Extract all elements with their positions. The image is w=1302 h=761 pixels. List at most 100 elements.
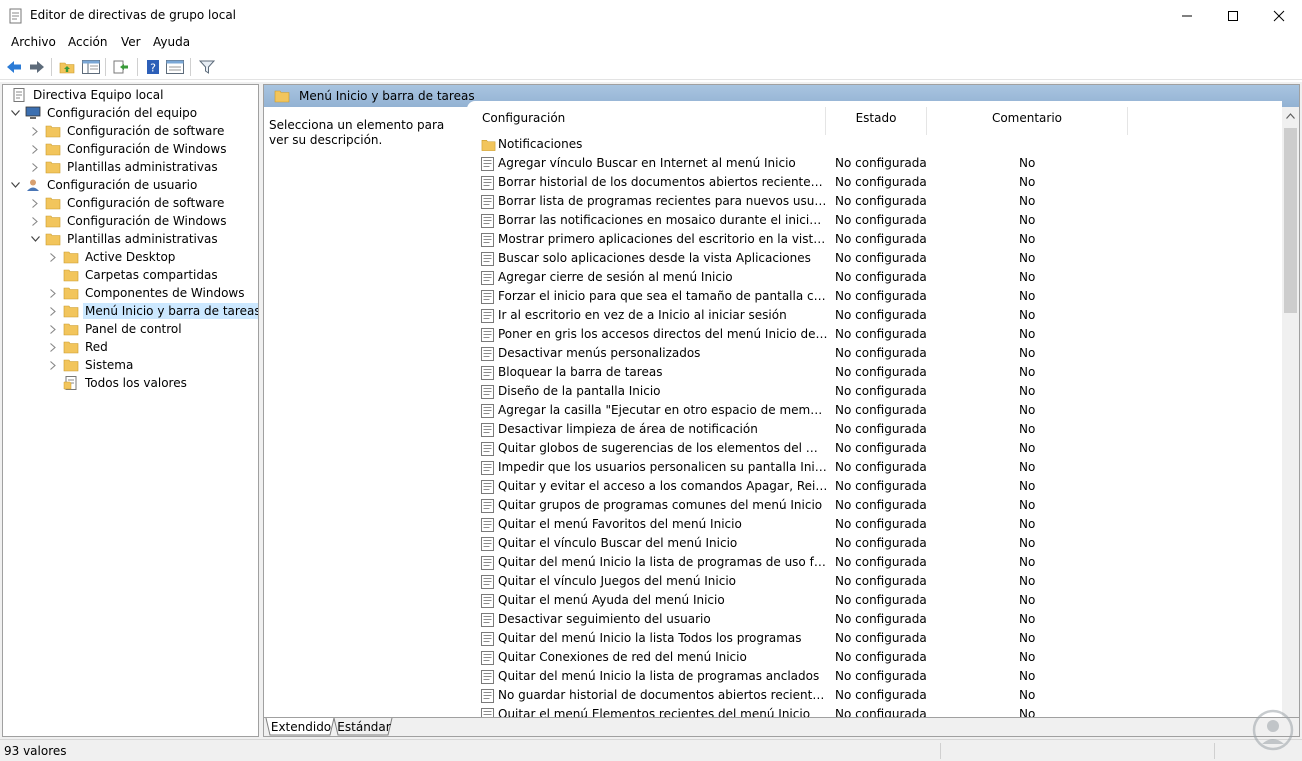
up-folder-button[interactable] — [57, 57, 77, 77]
tree-item[interactable]: Carpetas compartidas — [47, 266, 220, 284]
tree-expander[interactable] — [47, 359, 59, 371]
export-list-button[interactable] — [111, 57, 131, 77]
table-row[interactable]: Agregar vínculo Buscar en Internet al me… — [467, 154, 1282, 173]
tree-item[interactable]: Plantillas administrativas — [29, 158, 220, 176]
chevron-right-icon[interactable] — [50, 306, 56, 316]
chevron-right-icon[interactable] — [50, 324, 56, 334]
table-row[interactable]: Quitar y evitar el acceso a los comandos… — [467, 477, 1282, 496]
table-row[interactable]: Quitar Conexiones de red del menú Inicio… — [467, 648, 1282, 667]
table-row[interactable]: Desactivar seguimiento del usuario No con… — [467, 610, 1282, 629]
tree-expander[interactable] — [47, 287, 59, 299]
table-row[interactable]: Agregar la casilla "Ejecutar en otro esp… — [467, 401, 1282, 420]
tree-item[interactable]: Componentes de Windows — [47, 284, 247, 302]
close-button[interactable] — [1256, 0, 1302, 31]
vertical-scrollbar[interactable] — [1282, 107, 1299, 717]
tree-expander[interactable] — [29, 161, 41, 173]
tree-item[interactable]: Plantillas administrativas — [29, 230, 220, 248]
table-row[interactable]: Quitar el menú Ayuda del menú Inicio No c… — [467, 591, 1282, 610]
tree-expander[interactable] — [47, 305, 59, 317]
table-row[interactable]: Borrar lista de programas recientes para… — [467, 192, 1282, 211]
maximize-button[interactable] — [1210, 0, 1256, 31]
chevron-right-icon[interactable] — [50, 360, 56, 370]
tree-item[interactable]: Configuración del equipo — [9, 104, 199, 122]
scroll-up-icon[interactable] — [1286, 113, 1295, 119]
menu-archivo[interactable]: Archivo — [11, 35, 56, 49]
table-row[interactable]: Forzar el inicio para que sea el tamaño … — [467, 287, 1282, 306]
table-row[interactable]: Poner en gris los accesos directos del m… — [467, 325, 1282, 344]
table-row[interactable]: Quitar del menú Inicio la lista de progr… — [467, 553, 1282, 572]
column-header-comment[interactable]: Comentario — [927, 101, 1127, 135]
tab-extendido[interactable]: Extendido — [271, 718, 331, 736]
chevron-right-icon[interactable] — [32, 198, 38, 208]
tree-expander[interactable] — [9, 179, 21, 191]
tree-expander[interactable] — [29, 233, 41, 245]
tree-expander[interactable] — [47, 323, 59, 335]
table-row[interactable]: Bloquear la barra de tareas No configurad… — [467, 363, 1282, 382]
table-row[interactable]: Buscar solo aplicaciones desde la vista … — [467, 249, 1282, 268]
table-row[interactable]: Agregar cierre de sesión al menú Inicio N… — [467, 268, 1282, 287]
scrollbar-thumb[interactable] — [1284, 128, 1297, 313]
tree-expander[interactable] — [47, 341, 59, 353]
tree-item[interactable]: Todos los valores — [47, 374, 189, 392]
chevron-down-icon[interactable] — [10, 110, 20, 116]
chevron-down-icon[interactable] — [10, 182, 20, 188]
table-row[interactable]: Desactivar limpieza de área de notificac… — [467, 420, 1282, 439]
tree-expander[interactable] — [29, 215, 41, 227]
table-row[interactable]: No guardar historial de documentos abier… — [467, 686, 1282, 705]
chevron-right-icon[interactable] — [50, 252, 56, 262]
tree-expander[interactable] — [29, 125, 41, 137]
tree-item[interactable]: Configuración de software — [29, 194, 226, 212]
table-row[interactable]: Impedir que los usuarios personalicen su… — [467, 458, 1282, 477]
table-row[interactable]: Ir al escritorio en vez de a Inicio al i… — [467, 306, 1282, 325]
table-row[interactable]: Desactivar menús personalizados No config… — [467, 344, 1282, 363]
table-row[interactable]: Mostrar primero aplicaciones del escrito… — [467, 230, 1282, 249]
table-row[interactable]: Borrar las notificaciones en mosaico dur… — [467, 211, 1282, 230]
table-row[interactable]: Diseño de la pantalla Inicio No configura… — [467, 382, 1282, 401]
table-row[interactable]: Quitar grupos de programas comunes del m… — [467, 496, 1282, 515]
table-row[interactable]: Quitar globos de sugerencias de los elem… — [467, 439, 1282, 458]
tree-expander[interactable] — [29, 197, 41, 209]
tree-item[interactable]: Menú Inicio y barra de tareas — [47, 302, 258, 320]
back-button[interactable] — [4, 57, 24, 77]
tab-estandar[interactable]: Estándar — [337, 718, 390, 736]
tree-item[interactable]: Sistema — [47, 356, 135, 374]
menu-accion[interactable]: Acción — [68, 35, 107, 49]
table-row[interactable]: Quitar el vínculo Buscar del menú Inicio… — [467, 534, 1282, 553]
table-row[interactable]: Quitar del menú Inicio la lista de progr… — [467, 667, 1282, 686]
tree-item[interactable]: Red — [47, 338, 110, 356]
table-row[interactable]: Borrar historial de los documentos abier… — [467, 173, 1282, 192]
menu-ayuda[interactable]: Ayuda — [153, 35, 190, 49]
chevron-right-icon[interactable] — [32, 144, 38, 154]
tree-item[interactable]: Configuración de Windows — [29, 212, 228, 230]
chevron-right-icon[interactable] — [32, 126, 38, 136]
table-row[interactable]: Quitar el menú Elementos recientes del m… — [467, 705, 1282, 717]
tree-item[interactable]: Active Desktop — [47, 248, 177, 266]
tree-pane[interactable]: Directiva Equipo local Configuración del … — [2, 84, 259, 737]
filter-button[interactable] — [197, 57, 217, 77]
tree-item[interactable]: Configuración de software — [29, 122, 226, 140]
help-button[interactable]: ? — [143, 57, 163, 77]
tree-item[interactable]: Configuración de Windows — [29, 140, 228, 158]
column-header-state[interactable]: Estado — [826, 101, 926, 135]
table-row[interactable]: Quitar el vínculo Juegos del menú Inicio… — [467, 572, 1282, 591]
menu-ver[interactable]: Ver — [121, 35, 141, 49]
tree-expander[interactable] — [29, 143, 41, 155]
show-hide-tree-button[interactable] — [81, 57, 101, 77]
tree-item[interactable]: Panel de control — [47, 320, 184, 338]
column-header-setting[interactable]: Configuración — [482, 101, 822, 135]
tree-item[interactable]: Directiva Equipo local — [5, 86, 165, 104]
chevron-right-icon[interactable] — [50, 342, 56, 352]
minimize-button[interactable] — [1164, 0, 1210, 31]
table-row[interactable]: Quitar del menú Inicio la lista Todos lo… — [467, 629, 1282, 648]
chevron-right-icon[interactable] — [50, 288, 56, 298]
tree-item[interactable]: Configuración de usuario — [9, 176, 199, 194]
chevron-right-icon[interactable] — [32, 162, 38, 172]
tree-expander[interactable] — [9, 107, 21, 119]
forward-button[interactable] — [27, 57, 47, 77]
chevron-right-icon[interactable] — [32, 216, 38, 226]
properties-button[interactable] — [165, 57, 185, 77]
table-row[interactable]: Quitar el menú Favoritos del menú Inicio… — [467, 515, 1282, 534]
tree-expander[interactable] — [47, 251, 59, 263]
folder-row-notificaciones[interactable]: Notificaciones — [467, 135, 1282, 154]
chevron-down-icon[interactable] — [30, 236, 40, 242]
